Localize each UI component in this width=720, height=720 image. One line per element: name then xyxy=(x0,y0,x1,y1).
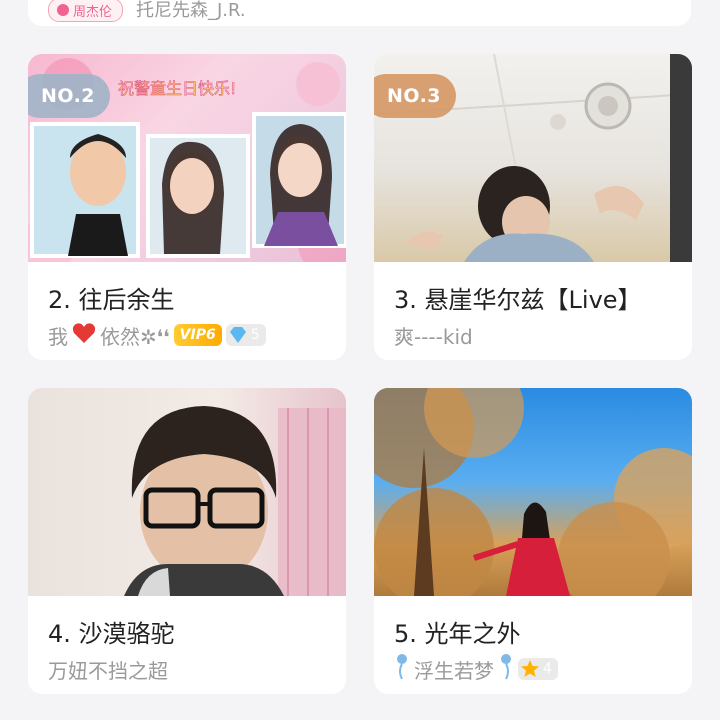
uploader-row[interactable]: 万妞不挡之超 xyxy=(48,654,168,684)
artist-badge-label: 周杰伦 xyxy=(73,4,113,20)
heart-icon xyxy=(57,4,69,16)
previous-song-card[interactable]: 周杰伦 托尼先森_J.R. xyxy=(28,0,691,26)
diamond-icon xyxy=(229,327,246,343)
song-cover-image xyxy=(374,388,692,596)
microphone-icon xyxy=(498,653,514,686)
uploader-name-suffix: 依然✲❛❛ xyxy=(100,324,170,349)
uploader-name: 浮生若梦 xyxy=(414,658,494,683)
heart-icon xyxy=(72,322,96,349)
level-badge: 4 xyxy=(518,658,558,680)
song-title: 4. 沙漠骆驼 xyxy=(48,620,175,648)
song-title: 3. 悬崖华尔兹【Live】 xyxy=(394,286,642,314)
song-cover-image xyxy=(28,388,346,596)
song-uploader-name: 托尼先森_J.R. xyxy=(136,0,246,21)
vip-badge: VIP6 xyxy=(173,324,222,346)
cover-banner-text: 祝警童生日快乐! xyxy=(118,79,236,98)
level-badge: 5 xyxy=(225,324,266,346)
song-card-2[interactable]: 祝警童生日快乐! NO.2 2. 往后余生 我 依然✲❛❛ VIP6 5 xyxy=(28,54,346,360)
uploader-row[interactable]: 我 依然✲❛❛ VIP6 5 xyxy=(48,320,266,350)
song-title: 5. 光年之外 xyxy=(394,620,521,648)
uploader-row[interactable]: 爽----kid xyxy=(394,320,473,350)
uploader-row[interactable]: 浮生若梦 4 xyxy=(394,653,558,686)
song-card-4[interactable]: 4. 沙漠骆驼 万妞不挡之超 xyxy=(28,388,346,694)
song-title: 2. 往后余生 xyxy=(48,286,175,314)
uploader-name-prefix: 我 xyxy=(48,324,68,349)
uploader-name: 万妞不挡之超 xyxy=(48,658,168,683)
level-number: 4 xyxy=(543,661,552,677)
uploader-name: 爽----kid xyxy=(394,324,473,349)
song-card-5[interactable]: 5. 光年之外 浮生若梦 4 xyxy=(374,388,692,694)
microphone-icon xyxy=(394,653,410,686)
rank-badge: NO.2 xyxy=(28,74,110,118)
level-number: 5 xyxy=(250,327,260,343)
rank-badge: NO.3 xyxy=(374,74,456,118)
star-icon xyxy=(521,660,539,677)
artist-badge: 周杰伦 xyxy=(48,0,124,22)
song-card-3[interactable]: NO.3 3. 悬崖华尔兹【Live】 爽----kid xyxy=(374,54,692,360)
